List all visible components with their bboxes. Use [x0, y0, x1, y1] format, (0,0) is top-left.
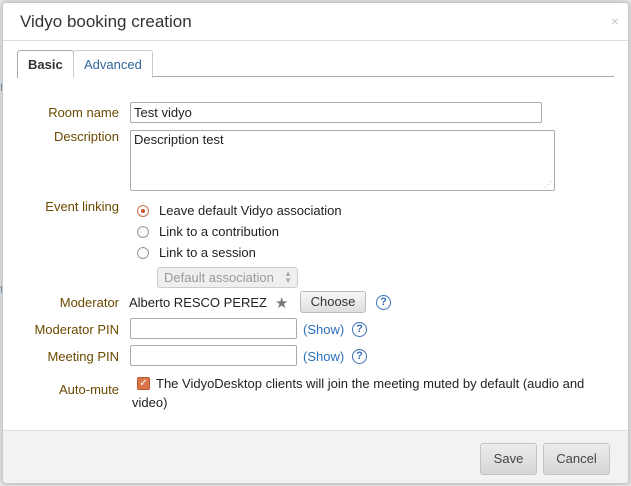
radio-option-session[interactable]: Link to a session: [137, 245, 256, 260]
radio-label: Link to a session: [159, 245, 256, 260]
help-icon[interactable]: ?: [352, 349, 367, 364]
tab-bar: Basic Advanced: [17, 50, 614, 78]
cancel-button[interactable]: Cancel: [543, 443, 610, 475]
room-name-label: Room name: [48, 105, 119, 120]
auto-mute-description: The VidyoDesktop clients will join the m…: [132, 376, 585, 410]
close-icon[interactable]: ×: [611, 13, 619, 29]
radio-unchecked-icon[interactable]: [137, 247, 149, 259]
moderator-pin-label: Moderator PIN: [34, 322, 119, 337]
moderator-label: Moderator: [59, 295, 119, 310]
description-textarea[interactable]: [130, 130, 555, 191]
radio-label: Leave default Vidyo association: [159, 203, 342, 218]
radio-option-contribution[interactable]: Link to a contribution: [137, 224, 279, 239]
description-label: Description: [53, 129, 119, 144]
dialog-titlebar: Vidyo booking creation ×: [3, 3, 628, 41]
room-name-input[interactable]: [130, 102, 542, 123]
help-icon[interactable]: ?: [352, 322, 367, 337]
help-icon[interactable]: ?: [376, 295, 391, 310]
star-icon[interactable]: ★: [275, 296, 291, 312]
association-select: Default association ▲ ▼: [157, 267, 298, 288]
booking-dialog: Vidyo booking creation × Basic Advanced …: [2, 2, 629, 484]
tab-basic[interactable]: Basic: [17, 50, 74, 78]
auto-mute-checkbox[interactable]: ✓: [137, 377, 150, 390]
meeting-pin-show-link[interactable]: (Show): [303, 349, 344, 364]
radio-unchecked-icon[interactable]: [137, 226, 149, 238]
dialog-footer: Save Cancel: [3, 430, 628, 483]
choose-moderator-button[interactable]: Choose: [300, 291, 366, 313]
radio-checked-icon[interactable]: [137, 205, 149, 217]
meeting-pin-input[interactable]: [130, 345, 297, 366]
moderator-name: Alberto RESCO PEREZ: [129, 295, 267, 310]
save-button[interactable]: Save: [480, 443, 537, 475]
meeting-pin-label: Meeting PIN: [47, 349, 119, 364]
radio-label: Link to a contribution: [159, 224, 279, 239]
resize-grip-icon[interactable]: ⋰: [544, 180, 553, 189]
tab-advanced[interactable]: Advanced: [73, 50, 153, 78]
select-arrows-icon: ▲ ▼: [284, 269, 292, 285]
moderator-pin-show-link[interactable]: (Show): [303, 322, 344, 337]
event-linking-label: Event linking: [45, 199, 119, 214]
radio-option-default[interactable]: Leave default Vidyo association: [137, 203, 342, 218]
auto-mute-label: Auto-mute: [59, 382, 119, 397]
dialog-title: Vidyo booking creation: [20, 12, 192, 31]
association-select-value: Default association: [164, 270, 274, 285]
moderator-pin-input[interactable]: [130, 318, 297, 339]
